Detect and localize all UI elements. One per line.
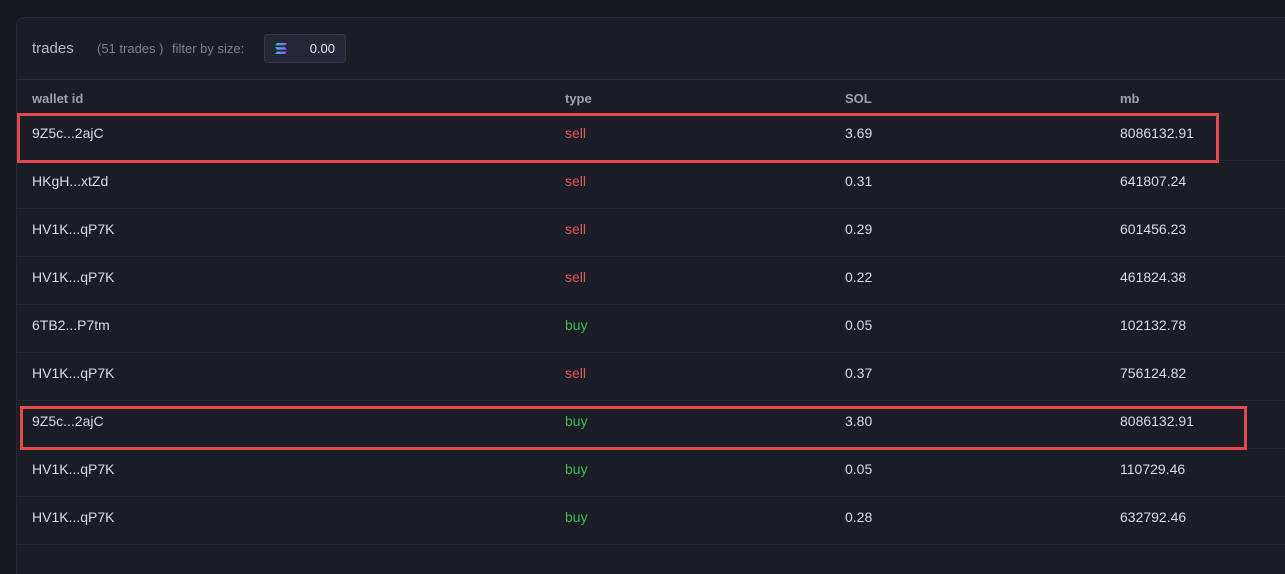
table-row[interactable]: HV1K...qP7K sell 0.37 756124.82	[17, 353, 1285, 401]
mb-amount: 461824.38	[1120, 269, 1187, 285]
column-header-type[interactable]: type	[565, 91, 592, 106]
mb-amount: 601456.23	[1120, 221, 1187, 237]
column-header-mb[interactable]: mb	[1120, 91, 1140, 106]
sol-amount: 0.37	[845, 365, 873, 381]
table-row[interactable]: 9Z5c...2ajC buy 3.80 8086132.91	[17, 401, 1285, 449]
wallet-id[interactable]: HV1K...qP7K	[32, 461, 115, 477]
column-header-sol[interactable]: SOL	[845, 91, 872, 106]
sol-amount: 0.05	[845, 317, 873, 333]
trade-type: buy	[565, 317, 588, 333]
trade-type: sell	[565, 365, 587, 381]
trade-type: buy	[565, 413, 588, 429]
solana-icon	[275, 43, 287, 54]
wallet-id[interactable]: HV1K...qP7K	[32, 509, 115, 525]
trade-type: buy	[565, 461, 588, 477]
sol-amount: 3.80	[845, 413, 873, 429]
table-row[interactable]: HV1K...qP7K buy 0.28 632792.46	[17, 497, 1285, 545]
mb-amount: 8086132.91	[1120, 125, 1194, 141]
trade-type: sell	[565, 221, 587, 237]
filter-label: filter by size:	[172, 41, 245, 56]
mb-amount: 102132.78	[1120, 317, 1187, 333]
filter-value: 0.00	[309, 41, 335, 56]
mb-amount: 110729.46	[1120, 461, 1186, 477]
trades-page: trades (51 trades ) filter by size: 0.00…	[0, 0, 1285, 574]
wallet-id[interactable]: HKgH...xtZd	[32, 173, 108, 189]
sol-amount: 0.22	[845, 269, 873, 285]
wallet-id[interactable]: 9Z5c...2ajC	[32, 413, 104, 429]
sol-amount: 0.29	[845, 221, 873, 237]
wallet-id[interactable]: HV1K...qP7K	[32, 365, 115, 381]
wallet-id[interactable]: HV1K...qP7K	[32, 221, 115, 237]
table-row[interactable]: 9Z5c...2ajC sell 3.69 8086132.91	[17, 113, 1285, 161]
table-row[interactable]: 6TB2...P7tm buy 0.05 102132.78	[17, 305, 1285, 353]
table-row[interactable]: HV1K...qP7K sell 0.22 461824.38	[17, 257, 1285, 305]
mb-amount: 756124.82	[1120, 365, 1187, 381]
mb-amount: 8086132.91	[1120, 413, 1194, 429]
table-row[interactable]: HKgH...xtZd sell 0.31 641807.24	[17, 161, 1285, 209]
size-filter-input[interactable]: 0.00	[264, 34, 346, 63]
trade-type: sell	[565, 269, 587, 285]
sol-amount: 0.28	[845, 509, 873, 525]
panel-header: trades (51 trades ) filter by size: 0.00	[17, 18, 1285, 80]
wallet-id[interactable]: 6TB2...P7tm	[32, 317, 110, 333]
sol-amount: 3.69	[845, 125, 873, 141]
panel-title: trades	[32, 40, 74, 57]
column-header-wallet[interactable]: wallet id	[32, 91, 83, 106]
trade-count: (51 trades )	[97, 41, 164, 56]
mb-amount: 632792.46	[1120, 509, 1187, 525]
table-row[interactable]: HV1K...qP7K sell 0.29 601456.23	[17, 209, 1285, 257]
trade-type: sell	[565, 125, 587, 141]
wallet-id[interactable]: 9Z5c...2ajC	[32, 125, 104, 141]
trade-type: sell	[565, 173, 587, 189]
table-row[interactable]: HV1K...qP7K buy 0.05 110729.46	[17, 449, 1285, 497]
wallet-id[interactable]: HV1K...qP7K	[32, 269, 115, 285]
sol-amount: 0.05	[845, 461, 873, 477]
sol-amount: 0.31	[845, 173, 873, 189]
trades-panel: trades (51 trades ) filter by size: 0.00…	[16, 17, 1285, 574]
trade-type: buy	[565, 509, 588, 525]
mb-amount: 641807.24	[1120, 173, 1187, 189]
